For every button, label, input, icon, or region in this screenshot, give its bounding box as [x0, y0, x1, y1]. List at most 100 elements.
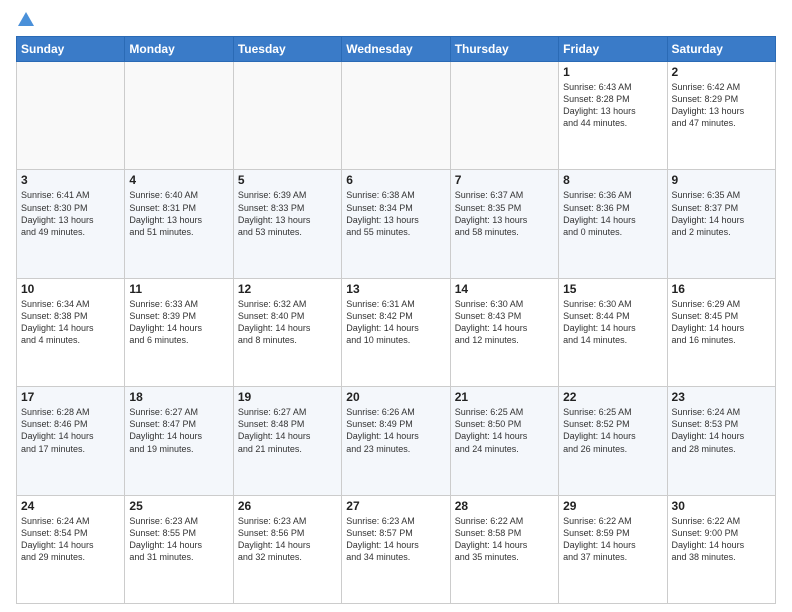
day-number: 9	[672, 173, 771, 187]
calendar-header-thursday: Thursday	[450, 37, 558, 62]
calendar-cell: 17Sunrise: 6:28 AM Sunset: 8:46 PM Dayli…	[17, 387, 125, 495]
day-info: Sunrise: 6:30 AM Sunset: 8:44 PM Dayligh…	[563, 298, 662, 347]
calendar-cell: 28Sunrise: 6:22 AM Sunset: 8:58 PM Dayli…	[450, 495, 558, 603]
day-info: Sunrise: 6:39 AM Sunset: 8:33 PM Dayligh…	[238, 189, 337, 238]
calendar-cell	[125, 62, 233, 170]
calendar-cell: 22 Sunrise: 6:25 AM Sunset: 8:52 PM Dayli…	[559, 387, 667, 495]
page: SundayMondayTuesdayWednesdayThursdayFrid…	[0, 0, 792, 612]
day-number: 30	[672, 499, 771, 513]
calendar-header-friday: Friday	[559, 37, 667, 62]
calendar-cell: 21 Sunrise: 6:25 AM Sunset: 8:50 PM Dayli…	[450, 387, 558, 495]
calendar-header: SundayMondayTuesdayWednesdayThursdayFrid…	[17, 37, 776, 62]
calendar-cell: 30 Sunrise: 6:22 AM Sunset: 9:00 PM Dayli…	[667, 495, 775, 603]
calendar-week-3: 10 Sunrise: 6:34 AM Sunset: 8:38 PM Dayli…	[17, 278, 776, 386]
calendar-header-saturday: Saturday	[667, 37, 775, 62]
calendar-cell: 1 Sunrise: 6:43 AM Sunset: 8:28 PM Daylig…	[559, 62, 667, 170]
calendar-cell: 10 Sunrise: 6:34 AM Sunset: 8:38 PM Dayli…	[17, 278, 125, 386]
calendar-cell	[17, 62, 125, 170]
calendar-header-monday: Monday	[125, 37, 233, 62]
day-info: Sunrise: 6:28 AM Sunset: 8:46 PM Dayligh…	[21, 406, 120, 455]
day-number: 10	[21, 282, 120, 296]
calendar-cell: 4 Sunrise: 6:40 AM Sunset: 8:31 PM Daylig…	[125, 170, 233, 278]
day-info: Sunrise: 6:25 AM Sunset: 8:52 PM Dayligh…	[563, 406, 662, 455]
day-info: Sunrise: 6:36 AM Sunset: 8:36 PM Dayligh…	[563, 189, 662, 238]
calendar-cell: 24 Sunrise: 6:24 AM Sunset: 8:54 PM Dayli…	[17, 495, 125, 603]
day-info: Sunrise: 6:31 AM Sunset: 8:42 PM Dayligh…	[346, 298, 445, 347]
calendar-cell: 2Sunrise: 6:42 AM Sunset: 8:29 PM Daylig…	[667, 62, 775, 170]
calendar-week-2: 3Sunrise: 6:41 AM Sunset: 8:30 PM Daylig…	[17, 170, 776, 278]
day-number: 25	[129, 499, 228, 513]
calendar-cell: 16 Sunrise: 6:29 AM Sunset: 8:45 PM Dayli…	[667, 278, 775, 386]
day-number: 29	[563, 499, 662, 513]
day-info: Sunrise: 6:23 AM Sunset: 8:55 PM Dayligh…	[129, 515, 228, 564]
calendar-week-5: 24 Sunrise: 6:24 AM Sunset: 8:54 PM Dayli…	[17, 495, 776, 603]
day-number: 11	[129, 282, 228, 296]
day-info: Sunrise: 6:22 AM Sunset: 9:00 PM Dayligh…	[672, 515, 771, 564]
calendar-cell: 11 Sunrise: 6:33 AM Sunset: 8:39 PM Dayli…	[125, 278, 233, 386]
calendar-cell	[233, 62, 341, 170]
day-info: Sunrise: 6:35 AM Sunset: 8:37 PM Dayligh…	[672, 189, 771, 238]
day-info: Sunrise: 6:34 AM Sunset: 8:38 PM Dayligh…	[21, 298, 120, 347]
day-number: 24	[21, 499, 120, 513]
calendar-cell: 7Sunrise: 6:37 AM Sunset: 8:35 PM Daylig…	[450, 170, 558, 278]
calendar-cell: 8 Sunrise: 6:36 AM Sunset: 8:36 PM Daylig…	[559, 170, 667, 278]
calendar-cell: 26 Sunrise: 6:23 AM Sunset: 8:56 PM Dayli…	[233, 495, 341, 603]
day-info: Sunrise: 6:26 AM Sunset: 8:49 PM Dayligh…	[346, 406, 445, 455]
day-info: Sunrise: 6:23 AM Sunset: 8:57 PM Dayligh…	[346, 515, 445, 564]
calendar-cell: 15Sunrise: 6:30 AM Sunset: 8:44 PM Dayli…	[559, 278, 667, 386]
calendar-cell: 29 Sunrise: 6:22 AM Sunset: 8:59 PM Dayli…	[559, 495, 667, 603]
day-info: Sunrise: 6:29 AM Sunset: 8:45 PM Dayligh…	[672, 298, 771, 347]
day-info: Sunrise: 6:30 AM Sunset: 8:43 PM Dayligh…	[455, 298, 554, 347]
calendar-cell: 5Sunrise: 6:39 AM Sunset: 8:33 PM Daylig…	[233, 170, 341, 278]
day-info: Sunrise: 6:22 AM Sunset: 8:59 PM Dayligh…	[563, 515, 662, 564]
day-number: 28	[455, 499, 554, 513]
header	[16, 12, 776, 28]
calendar-week-4: 17Sunrise: 6:28 AM Sunset: 8:46 PM Dayli…	[17, 387, 776, 495]
calendar-header-sunday: Sunday	[17, 37, 125, 62]
day-number: 22	[563, 390, 662, 404]
day-number: 23	[672, 390, 771, 404]
day-info: Sunrise: 6:24 AM Sunset: 8:54 PM Dayligh…	[21, 515, 120, 564]
day-info: Sunrise: 6:38 AM Sunset: 8:34 PM Dayligh…	[346, 189, 445, 238]
day-info: Sunrise: 6:43 AM Sunset: 8:28 PM Dayligh…	[563, 81, 662, 130]
calendar-header-wednesday: Wednesday	[342, 37, 450, 62]
day-number: 14	[455, 282, 554, 296]
calendar-week-1: 1 Sunrise: 6:43 AM Sunset: 8:28 PM Daylig…	[17, 62, 776, 170]
calendar-body: 1 Sunrise: 6:43 AM Sunset: 8:28 PM Daylig…	[17, 62, 776, 604]
day-number: 6	[346, 173, 445, 187]
day-number: 26	[238, 499, 337, 513]
day-info: Sunrise: 6:24 AM Sunset: 8:53 PM Dayligh…	[672, 406, 771, 455]
day-number: 4	[129, 173, 228, 187]
calendar-header-tuesday: Tuesday	[233, 37, 341, 62]
day-number: 12	[238, 282, 337, 296]
calendar-cell: 25 Sunrise: 6:23 AM Sunset: 8:55 PM Dayli…	[125, 495, 233, 603]
day-info: Sunrise: 6:23 AM Sunset: 8:56 PM Dayligh…	[238, 515, 337, 564]
day-number: 8	[563, 173, 662, 187]
calendar-cell: 3Sunrise: 6:41 AM Sunset: 8:30 PM Daylig…	[17, 170, 125, 278]
day-info: Sunrise: 6:37 AM Sunset: 8:35 PM Dayligh…	[455, 189, 554, 238]
calendar-cell: 14 Sunrise: 6:30 AM Sunset: 8:43 PM Dayli…	[450, 278, 558, 386]
day-info: Sunrise: 6:41 AM Sunset: 8:30 PM Dayligh…	[21, 189, 120, 238]
day-info: Sunrise: 6:27 AM Sunset: 8:48 PM Dayligh…	[238, 406, 337, 455]
calendar-cell: 23 Sunrise: 6:24 AM Sunset: 8:53 PM Dayli…	[667, 387, 775, 495]
day-number: 1	[563, 65, 662, 79]
calendar-cell: 27Sunrise: 6:23 AM Sunset: 8:57 PM Dayli…	[342, 495, 450, 603]
calendar-table: SundayMondayTuesdayWednesdayThursdayFrid…	[16, 36, 776, 604]
day-number: 21	[455, 390, 554, 404]
day-info: Sunrise: 6:32 AM Sunset: 8:40 PM Dayligh…	[238, 298, 337, 347]
calendar-cell: 20Sunrise: 6:26 AM Sunset: 8:49 PM Dayli…	[342, 387, 450, 495]
calendar-cell: 6 Sunrise: 6:38 AM Sunset: 8:34 PM Daylig…	[342, 170, 450, 278]
day-number: 18	[129, 390, 228, 404]
day-info: Sunrise: 6:40 AM Sunset: 8:31 PM Dayligh…	[129, 189, 228, 238]
day-number: 16	[672, 282, 771, 296]
calendar-cell: 12 Sunrise: 6:32 AM Sunset: 8:40 PM Dayli…	[233, 278, 341, 386]
day-info: Sunrise: 6:33 AM Sunset: 8:39 PM Dayligh…	[129, 298, 228, 347]
logo	[16, 12, 34, 28]
day-info: Sunrise: 6:25 AM Sunset: 8:50 PM Dayligh…	[455, 406, 554, 455]
day-number: 19	[238, 390, 337, 404]
calendar-cell	[342, 62, 450, 170]
calendar-cell: 9 Sunrise: 6:35 AM Sunset: 8:37 PM Daylig…	[667, 170, 775, 278]
calendar-cell: 13Sunrise: 6:31 AM Sunset: 8:42 PM Dayli…	[342, 278, 450, 386]
calendar-cell: 18Sunrise: 6:27 AM Sunset: 8:47 PM Dayli…	[125, 387, 233, 495]
day-number: 2	[672, 65, 771, 79]
